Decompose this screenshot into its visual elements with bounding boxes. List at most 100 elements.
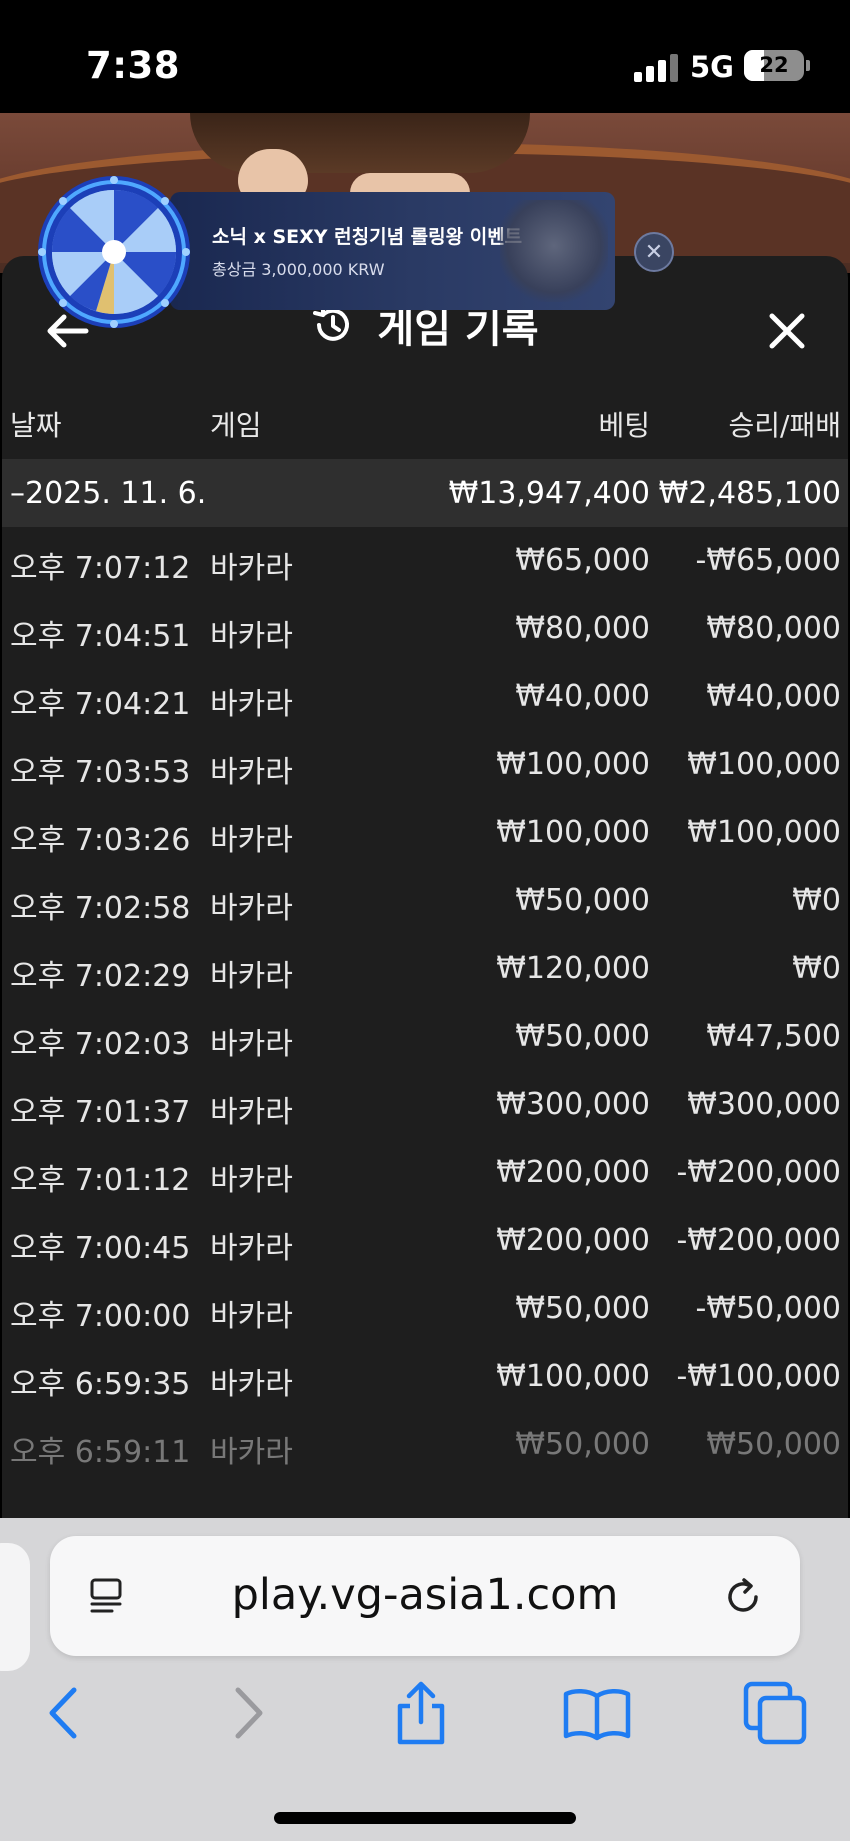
row-win-loss: ₩40,000 bbox=[706, 679, 841, 714]
history-row[interactable]: 오후 7:02:58 바카라 ₩50,000 ₩0 bbox=[2, 867, 848, 935]
row-time: 오후 7:02:29 bbox=[10, 959, 191, 994]
row-win-loss: -₩200,000 bbox=[676, 1155, 841, 1190]
history-row[interactable]: 오후 7:03:26 바카라 ₩100,000 ₩100,000 bbox=[2, 799, 848, 867]
nav-forward-icon[interactable] bbox=[212, 1678, 282, 1748]
row-time: 오후 7:02:03 bbox=[10, 1027, 191, 1062]
row-bet: ₩300,000 bbox=[496, 1087, 650, 1122]
close-icon[interactable] bbox=[762, 306, 812, 356]
date-group-row[interactable]: –2025. 11. 6. ₩13,947,400 ₩2,485,100 bbox=[2, 459, 848, 527]
date-group-bet-total: ₩13,947,400 bbox=[448, 476, 650, 511]
row-game: 바카라 bbox=[210, 891, 293, 926]
column-header-date[interactable]: 날짜 bbox=[10, 404, 62, 444]
row-bet: ₩120,000 bbox=[496, 951, 650, 986]
row-bet: ₩80,000 bbox=[515, 611, 650, 646]
date-group-win-loss-total: ₩2,485,100 bbox=[658, 476, 841, 511]
column-header-game[interactable]: 게임 bbox=[210, 404, 262, 444]
row-win-loss: ₩0 bbox=[792, 883, 841, 918]
history-row[interactable]: 오후 7:04:51 바카라 ₩80,000 ₩80,000 bbox=[2, 595, 848, 663]
row-bet: ₩100,000 bbox=[496, 1359, 650, 1394]
history-row[interactable]: 오후 7:01:12 바카라 ₩200,000 -₩200,000 bbox=[2, 1139, 848, 1207]
url-text: play.vg-asia1.com bbox=[231, 1570, 619, 1620]
row-time: 오후 7:02:58 bbox=[10, 891, 191, 926]
row-win-loss: ₩47,500 bbox=[706, 1019, 841, 1054]
event-banner-subtitle: 총상금 3,000,000 KRW bbox=[212, 260, 385, 279]
row-win-loss: ₩300,000 bbox=[687, 1087, 841, 1122]
bookmarks-icon[interactable] bbox=[562, 1678, 632, 1748]
history-row[interactable]: 오후 7:02:03 바카라 ₩50,000 ₩47,500 bbox=[2, 1003, 848, 1071]
row-win-loss: ₩50,000 bbox=[706, 1427, 841, 1462]
row-game: 바카라 bbox=[210, 1027, 293, 1062]
signal-strength-icon bbox=[634, 54, 680, 82]
status-time: 7:38 bbox=[86, 44, 181, 87]
history-row[interactable]: 오후 7:04:21 바카라 ₩40,000 ₩40,000 bbox=[2, 663, 848, 731]
row-time: 오후 7:04:51 bbox=[10, 619, 191, 654]
status-bar: 7:38 5G 22 bbox=[0, 0, 850, 113]
row-win-loss: ₩0 bbox=[792, 951, 841, 986]
row-game: 바카라 bbox=[210, 619, 293, 654]
row-time: 오후 7:03:53 bbox=[10, 755, 191, 790]
share-icon[interactable] bbox=[386, 1678, 456, 1748]
address-bar[interactable]: play.vg-asia1.com bbox=[50, 1536, 800, 1656]
reload-icon[interactable] bbox=[720, 1574, 766, 1620]
row-time: 오후 6:59:35 bbox=[10, 1367, 191, 1402]
row-game: 바카라 bbox=[210, 1367, 293, 1402]
home-indicator bbox=[274, 1812, 576, 1824]
banner-close-icon[interactable]: ✕ bbox=[634, 232, 674, 272]
tabs-icon[interactable] bbox=[740, 1678, 810, 1748]
row-game: 바카라 bbox=[210, 551, 293, 586]
row-time: 오후 7:00:00 bbox=[10, 1299, 191, 1334]
row-bet: ₩200,000 bbox=[496, 1223, 650, 1258]
battery-level: 22 bbox=[759, 53, 789, 77]
column-header-win-loss[interactable]: 승리/패배 bbox=[729, 404, 841, 444]
row-game: 바카라 bbox=[210, 1095, 293, 1130]
row-win-loss: ₩100,000 bbox=[687, 815, 841, 850]
row-bet: ₩100,000 bbox=[496, 815, 650, 850]
row-time: 오후 6:59:11 bbox=[10, 1435, 191, 1470]
row-game: 바카라 bbox=[210, 959, 293, 994]
history-row[interactable]: 오후 6:59:11 바카라 ₩50,000 ₩50,000 bbox=[2, 1411, 848, 1479]
game-history-modal: 게임 기록 날짜 게임 베팅 승리/패배 –2025. 11. 6. ₩13,9… bbox=[2, 256, 848, 1518]
row-game: 바카라 bbox=[210, 687, 293, 722]
row-game: 바카라 bbox=[210, 755, 293, 790]
row-win-loss: -₩65,000 bbox=[695, 543, 841, 578]
row-game: 바카라 bbox=[210, 1163, 293, 1198]
row-time: 오후 7:01:12 bbox=[10, 1163, 191, 1198]
history-row[interactable]: 오후 7:00:45 바카라 ₩200,000 -₩200,000 bbox=[2, 1207, 848, 1275]
row-win-loss: ₩80,000 bbox=[706, 611, 841, 646]
history-row[interactable]: 오후 6:59:35 바카라 ₩100,000 -₩100,000 bbox=[2, 1343, 848, 1411]
browser-toolbar: play.vg-asia1.com bbox=[0, 1518, 850, 1841]
previous-tab-peek[interactable] bbox=[0, 1543, 30, 1671]
battery-icon: 22 bbox=[744, 50, 804, 81]
table-header: 날짜 게임 베팅 승리/패배 bbox=[2, 396, 848, 446]
history-row[interactable]: 오후 7:07:12 바카라 ₩65,000 -₩65,000 bbox=[2, 527, 848, 595]
row-game: 바카라 bbox=[210, 1231, 293, 1266]
row-win-loss: -₩100,000 bbox=[676, 1359, 841, 1394]
row-bet: ₩40,000 bbox=[515, 679, 650, 714]
prize-wheel-icon[interactable] bbox=[36, 174, 192, 330]
history-row[interactable]: 오후 7:02:29 바카라 ₩120,000 ₩0 bbox=[2, 935, 848, 1003]
event-banner-title: 소닉 x SEXY 런칭기념 롤링왕 이벤트 bbox=[212, 226, 523, 248]
network-type: 5G bbox=[690, 50, 734, 84]
row-game: 바카라 bbox=[210, 823, 293, 858]
row-bet: ₩50,000 bbox=[515, 1427, 650, 1462]
history-row[interactable]: 오후 7:03:53 바카라 ₩100,000 ₩100,000 bbox=[2, 731, 848, 799]
row-bet: ₩65,000 bbox=[515, 543, 650, 578]
history-row[interactable]: 오후 7:00:00 바카라 ₩50,000 -₩50,000 bbox=[2, 1275, 848, 1343]
nav-back-icon[interactable] bbox=[30, 1678, 100, 1748]
row-bet: ₩50,000 bbox=[515, 883, 650, 918]
row-bet: ₩50,000 bbox=[515, 1019, 650, 1054]
row-time: 오후 7:03:26 bbox=[10, 823, 191, 858]
row-time: 오후 7:07:12 bbox=[10, 551, 191, 586]
row-time: 오후 7:04:21 bbox=[10, 687, 191, 722]
row-win-loss: -₩50,000 bbox=[695, 1291, 841, 1326]
row-bet: ₩100,000 bbox=[496, 747, 650, 782]
event-banner[interactable]: 소닉 x SEXY 런칭기념 롤링왕 이벤트 총상금 3,000,000 KRW bbox=[170, 192, 615, 310]
history-row[interactable]: 오후 7:01:37 바카라 ₩300,000 ₩300,000 bbox=[2, 1071, 848, 1139]
row-time: 오후 7:01:37 bbox=[10, 1095, 191, 1130]
event-banner-art bbox=[500, 200, 608, 302]
row-game: 바카라 bbox=[210, 1299, 293, 1334]
row-win-loss: -₩200,000 bbox=[676, 1223, 841, 1258]
column-header-bet[interactable]: 베팅 bbox=[598, 404, 650, 444]
row-win-loss: ₩100,000 bbox=[687, 747, 841, 782]
date-group-label: –2025. 11. 6. bbox=[10, 476, 207, 511]
